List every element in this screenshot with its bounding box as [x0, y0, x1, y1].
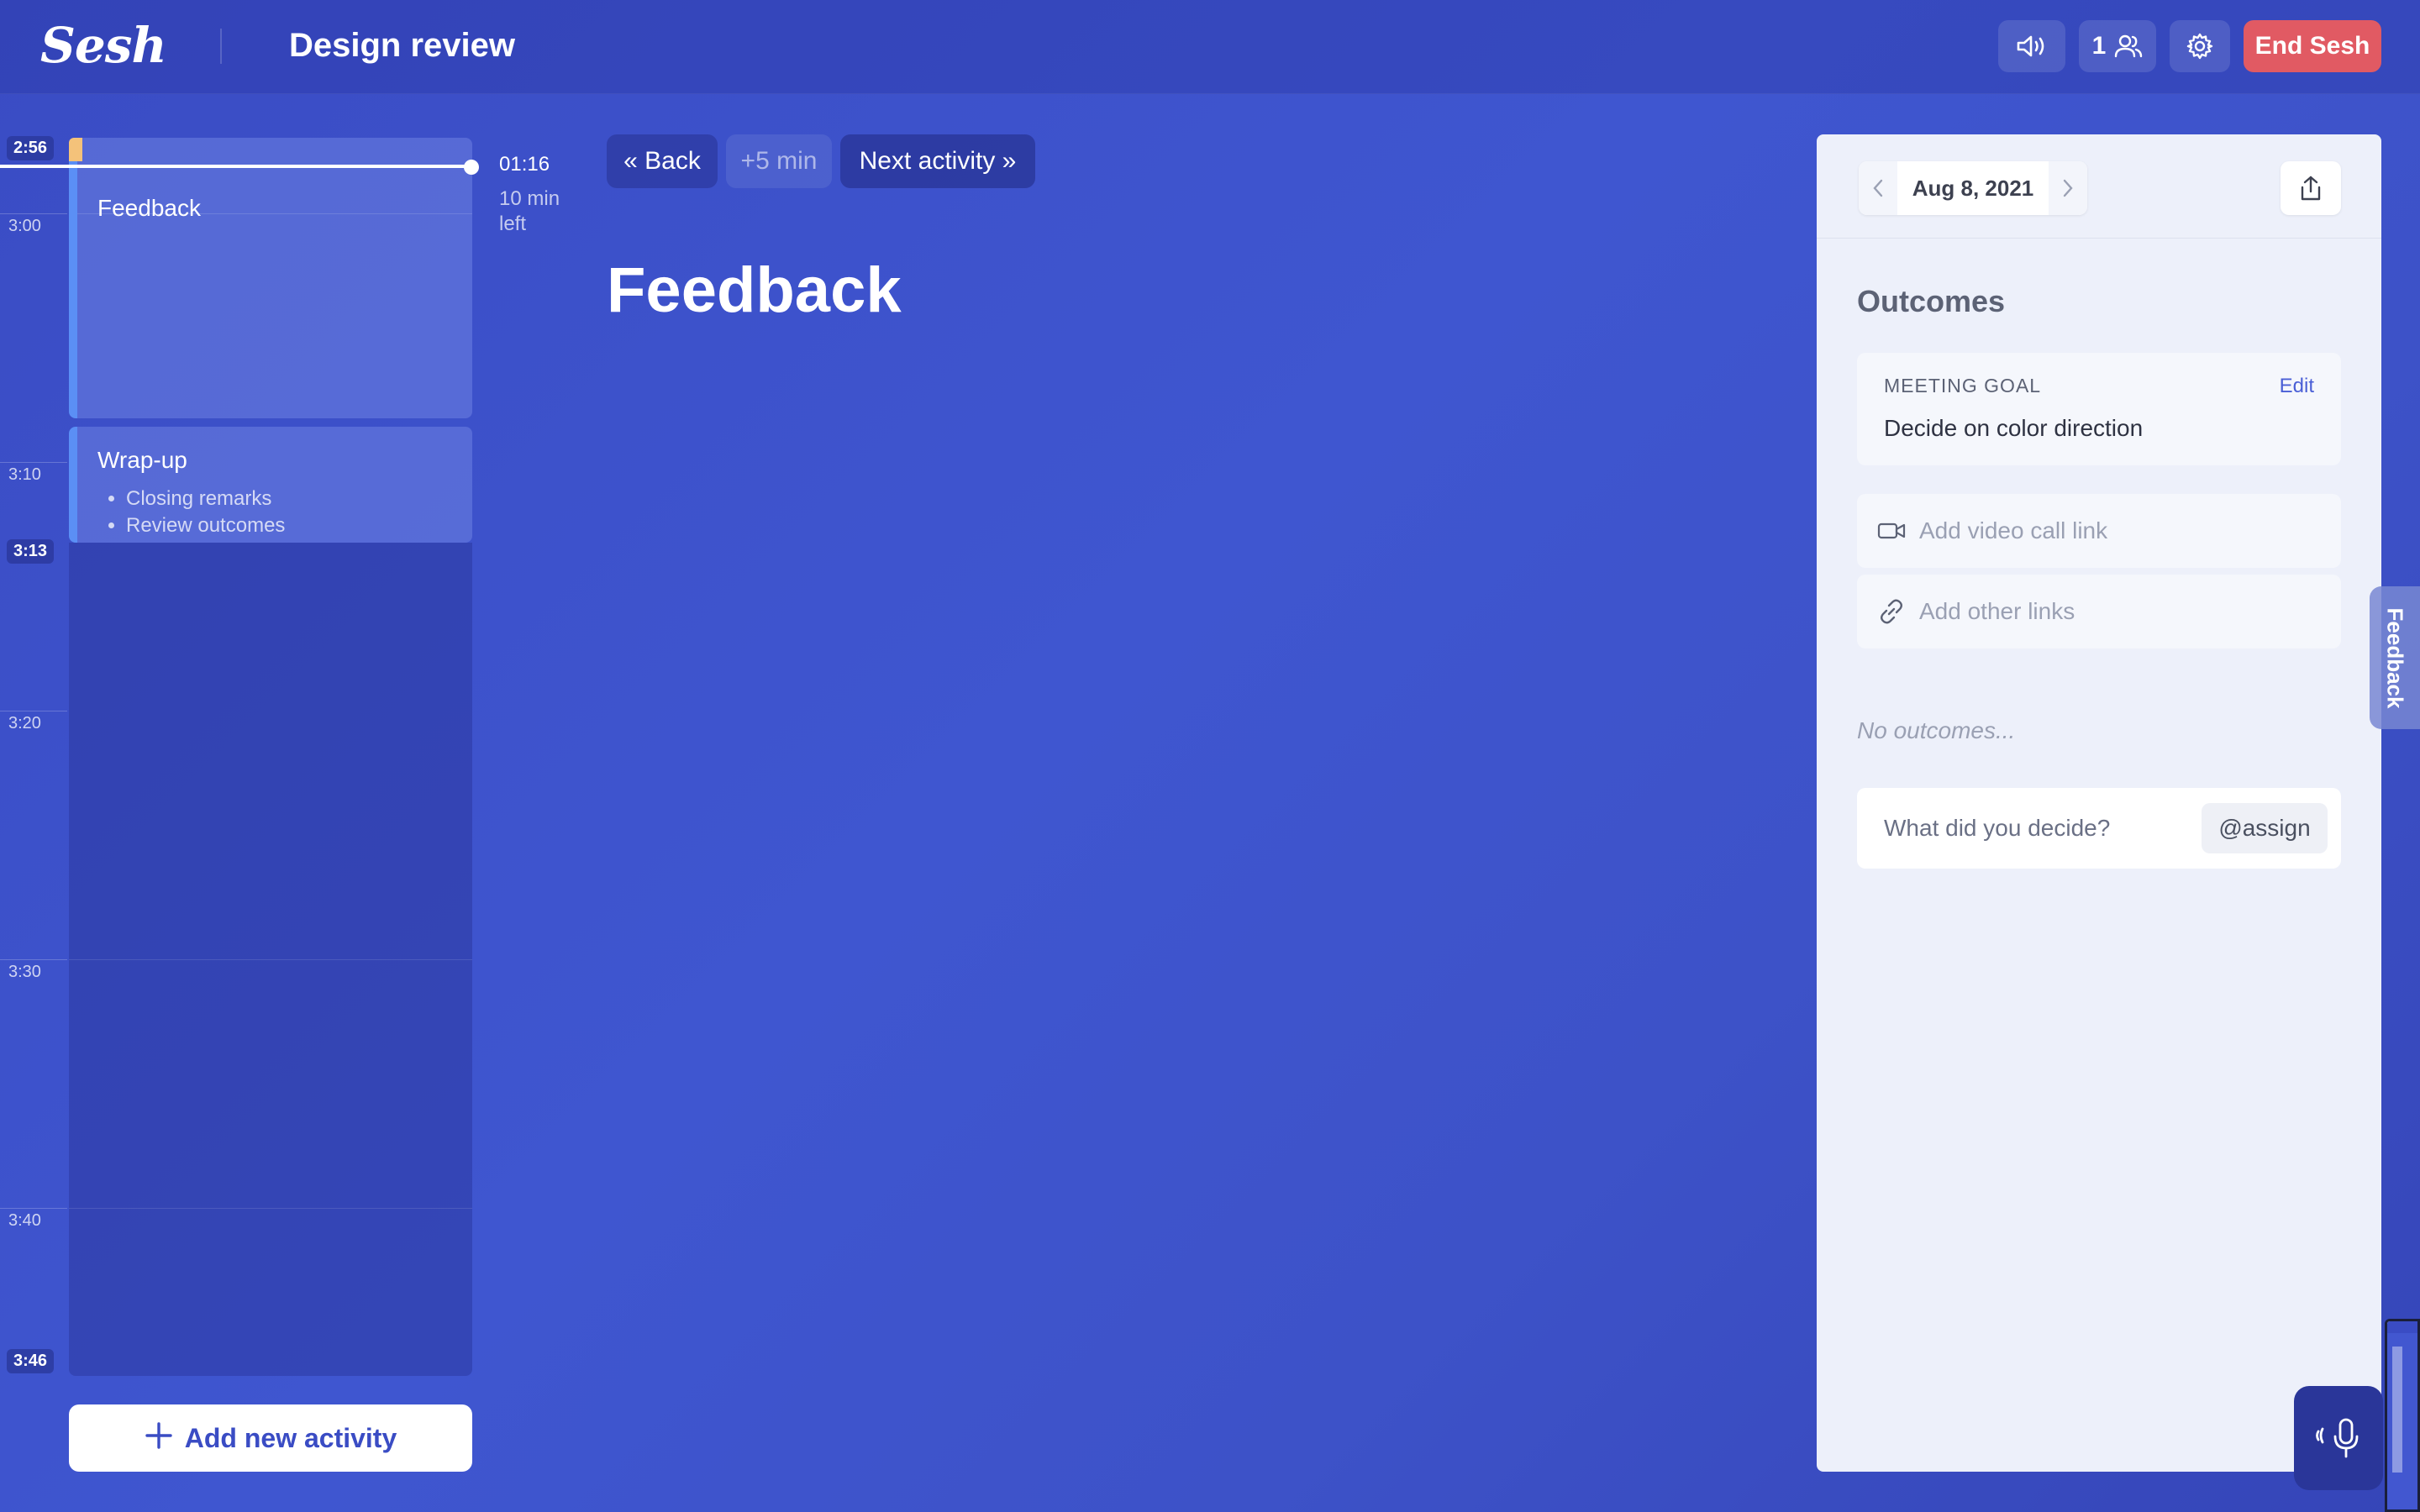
time-tick: 3:40	[8, 1211, 41, 1230]
screen-preview-thumbnail[interactable]	[2385, 1319, 2420, 1512]
grid-line	[69, 1208, 472, 1209]
grid-line	[0, 959, 67, 960]
edit-goal-button[interactable]: Edit	[2280, 375, 2314, 398]
logo-divider	[220, 29, 222, 64]
participant-count: 1	[2091, 32, 2107, 60]
add-activity-button[interactable]: Add new activity	[69, 1404, 472, 1472]
next-activity-button[interactable]: Next activity »	[840, 134, 1035, 188]
video-call-link-placeholder: Add video call link	[1919, 517, 2108, 543]
overtime-indicator	[69, 138, 82, 161]
time-tick: 3:00	[8, 217, 41, 235]
add-five-minutes-button[interactable]: +5 min	[726, 134, 832, 188]
add-activity-label: Add new activity	[184, 1422, 397, 1453]
meeting-goal-label: MEETING GOAL	[1884, 375, 2042, 396]
preview-bar	[2387, 1321, 2417, 1333]
speaker-icon	[2017, 35, 2044, 57]
settings-button[interactable]	[2170, 20, 2230, 72]
link-icon	[1881, 599, 1902, 624]
meeting-goal-text: Decide on color direction	[1884, 415, 2144, 441]
add-video-call-link[interactable]: Add video call link	[1857, 494, 2341, 568]
chevron-right-icon	[2063, 179, 2073, 197]
previous-date-button[interactable]	[1859, 161, 1897, 215]
activity-title: Feedback	[97, 195, 201, 221]
feedback-tab-label: Feedback	[2382, 607, 2408, 708]
gear-icon	[2186, 33, 2213, 60]
plus-icon	[145, 1420, 173, 1457]
app-logo[interactable]: Sesh	[40, 17, 167, 74]
activity-bullets: Closing remarks Review outcomes	[126, 486, 285, 539]
add-other-links[interactable]: Add other links	[1857, 575, 2341, 648]
feedback-tab[interactable]: Feedback	[2370, 586, 2420, 729]
timeline-free-space[interactable]	[69, 543, 472, 1376]
grid-line	[0, 1208, 67, 1209]
outcome-entry: @assign	[1857, 788, 2341, 869]
meeting-title[interactable]: Design review	[289, 27, 515, 65]
panel-header: Aug 8, 2021	[1817, 134, 2381, 239]
current-activity-title: Feedback	[607, 255, 902, 326]
activity-block-wrapup[interactable]: Wrap-up Closing remarks Review outcomes	[69, 427, 472, 543]
timeline-end-time: 3:46	[7, 1349, 55, 1373]
time-tick: 3:10	[8, 465, 41, 484]
chevron-left-icon	[1873, 179, 1883, 197]
time-remaining: 10 min left	[499, 187, 560, 235]
assign-button[interactable]: @assign	[2202, 803, 2328, 853]
activity-title: Wrap-up	[97, 447, 187, 473]
time-tick: 3:30	[8, 963, 41, 981]
share-icon	[2301, 176, 2321, 201]
timeline: 2:56 3:00 3:10 3:13 3:20 3:30 3:40 3:46 …	[0, 134, 560, 1378]
grid-line	[0, 213, 67, 214]
sound-button[interactable]	[1998, 20, 2065, 72]
current-time-line	[0, 165, 472, 168]
microphone-icon	[2316, 1418, 2359, 1458]
people-icon	[2115, 34, 2143, 58]
share-button[interactable]	[2281, 161, 2341, 215]
date-navigator: Aug 8, 2021	[1859, 161, 2087, 215]
participants-button[interactable]: 1	[2079, 20, 2156, 72]
meeting-date[interactable]: Aug 8, 2021	[1897, 176, 2049, 202]
next-date-button[interactable]	[2049, 161, 2087, 215]
back-button[interactable]: « Back	[607, 134, 718, 188]
list-item: Closing remarks	[126, 486, 285, 512]
activity-block-feedback[interactable]: Feedback	[69, 138, 472, 418]
elapsed-time: 01:16	[499, 153, 550, 176]
other-links-placeholder: Add other links	[1919, 598, 2075, 624]
microphone-button[interactable]	[2294, 1386, 2383, 1490]
list-item: Review outcomes	[126, 512, 285, 539]
preview-column	[2392, 1347, 2402, 1473]
end-sesh-button[interactable]: End Sesh	[2244, 20, 2381, 72]
timeline-start-time: 2:56	[7, 136, 55, 160]
outcomes-title: Outcomes	[1857, 284, 2006, 318]
time-tick: 3:20	[8, 714, 41, 732]
meeting-goal-card: MEETING GOAL Edit Decide on color direct…	[1857, 353, 2341, 465]
current-time-dot[interactable]	[464, 160, 479, 175]
outcomes-panel: Aug 8, 2021 Outcomes MEETING GOAL Edit D…	[1817, 134, 2381, 1472]
grid-line	[69, 959, 472, 960]
no-outcomes-text: No outcomes...	[1857, 717, 2016, 743]
video-camera-icon	[1877, 522, 1906, 539]
outcome-input[interactable]	[1857, 788, 2210, 869]
top-bar: Sesh Design review 1 End Sesh	[0, 0, 2420, 94]
grid-line	[0, 462, 67, 463]
timeline-current-time: 3:13	[7, 539, 55, 564]
